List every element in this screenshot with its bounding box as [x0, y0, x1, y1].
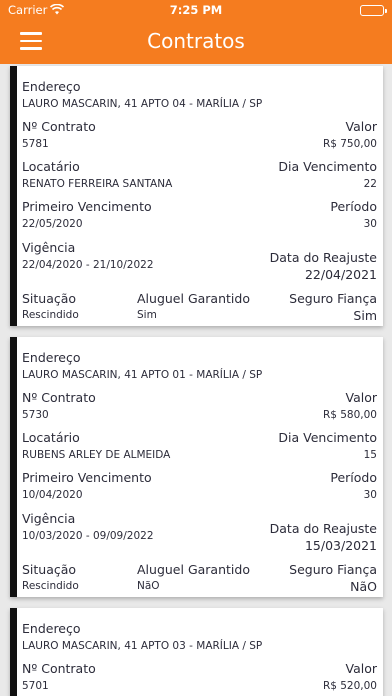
contract-number-value: 5781: [22, 138, 49, 150]
validity-label: Vigência: [22, 511, 76, 526]
validity-value: 22/04/2020 - 21/10/2022: [22, 259, 154, 271]
validity-value: 10/03/2020 - 09/09/2022: [22, 530, 154, 542]
contract-number-label: Nº Contrato: [22, 661, 96, 676]
first-due-value: 22/05/2020: [22, 218, 83, 230]
contract-list[interactable]: Endereço LAURO MASCARIN, 41 APTO 04 - MA…: [0, 64, 392, 696]
value-value: R$ 580,00: [322, 409, 377, 421]
address-label: Endereço: [22, 350, 81, 365]
guaranteed-rent-value: NãO: [137, 580, 160, 592]
address-label: Endereço: [22, 79, 81, 94]
page-title: Contratos: [147, 29, 245, 53]
value-value: R$ 750,00: [322, 138, 377, 150]
period-label: Período: [330, 199, 377, 214]
tenant-value: RENATO FERREIRA SANTANA: [22, 178, 173, 190]
surety-insurance-label: Seguro Fiança: [289, 291, 377, 306]
tenant-label: Locatário: [22, 430, 80, 445]
value-label: Valor: [345, 661, 377, 676]
period-value: 30: [363, 218, 377, 230]
guaranteed-rent-value: Sim: [137, 309, 157, 321]
contract-card[interactable]: Endereço LAURO MASCARIN, 41 APTO 01 - MA…: [10, 337, 383, 597]
contract-number-value: 5730: [22, 409, 49, 421]
clock: 7:25 PM: [169, 3, 223, 17]
period-value: 30: [363, 489, 377, 501]
battery-icon: [360, 5, 387, 16]
value-value: R$ 520,00: [322, 680, 377, 692]
first-due-label: Primeiro Vencimento: [22, 199, 152, 214]
validity-label: Vigência: [22, 240, 76, 255]
adjustment-date-label: Data do Reajuste: [269, 521, 377, 536]
guaranteed-rent-label: Aluguel Garantido: [137, 562, 250, 577]
contract-number-value: 5701: [22, 680, 49, 692]
status-value: Rescindido: [22, 580, 79, 592]
contract-card[interactable]: Endereço LAURO MASCARIN, 41 APTO 03 - MA…: [10, 608, 383, 696]
contract-number-label: Nº Contrato: [22, 119, 96, 134]
status-label: Situação: [22, 562, 77, 577]
first-due-label: Primeiro Vencimento: [22, 470, 152, 485]
surety-insurance-value: NãO: [350, 579, 377, 594]
adjustment-date-value: 22/04/2021: [304, 267, 377, 282]
tenant-value: RUBENS ARLEY DE ALMEIDA: [22, 449, 171, 461]
address-label: Endereço: [22, 621, 81, 636]
contract-card[interactable]: Endereço LAURO MASCARIN, 41 APTO 04 - MA…: [10, 66, 383, 326]
guaranteed-rent-label: Aluguel Garantido: [137, 291, 250, 306]
due-day-value: 15: [363, 449, 377, 461]
tenant-label: Locatário: [22, 159, 80, 174]
status-label: Situação: [22, 291, 77, 306]
address-value: LAURO MASCARIN, 41 APTO 04 - MARÍLIA / S…: [22, 98, 263, 110]
status-bar: Carrier 7:25 PM: [0, 0, 392, 20]
due-day-label: Dia Vencimento: [278, 159, 377, 174]
due-day-value: 22: [363, 178, 377, 190]
first-due-value: 10/04/2020: [22, 489, 83, 501]
nav-bar: Contratos: [0, 20, 392, 64]
value-label: Valor: [345, 119, 377, 134]
due-day-label: Dia Vencimento: [278, 430, 377, 445]
surety-insurance-value: Sim: [353, 308, 377, 323]
address-value: LAURO MASCARIN, 41 APTO 01 - MARÍLIA / S…: [22, 369, 263, 381]
value-label: Valor: [345, 390, 377, 405]
adjustment-date-label: Data do Reajuste: [269, 250, 377, 265]
contract-number-label: Nº Contrato: [22, 390, 96, 405]
adjustment-date-value: 15/03/2021: [304, 538, 377, 553]
period-label: Período: [330, 470, 377, 485]
surety-insurance-label: Seguro Fiança: [289, 562, 377, 577]
status-value: Rescindido: [22, 309, 79, 321]
address-value: LAURO MASCARIN, 41 APTO 03 - MARÍLIA / S…: [22, 640, 263, 652]
